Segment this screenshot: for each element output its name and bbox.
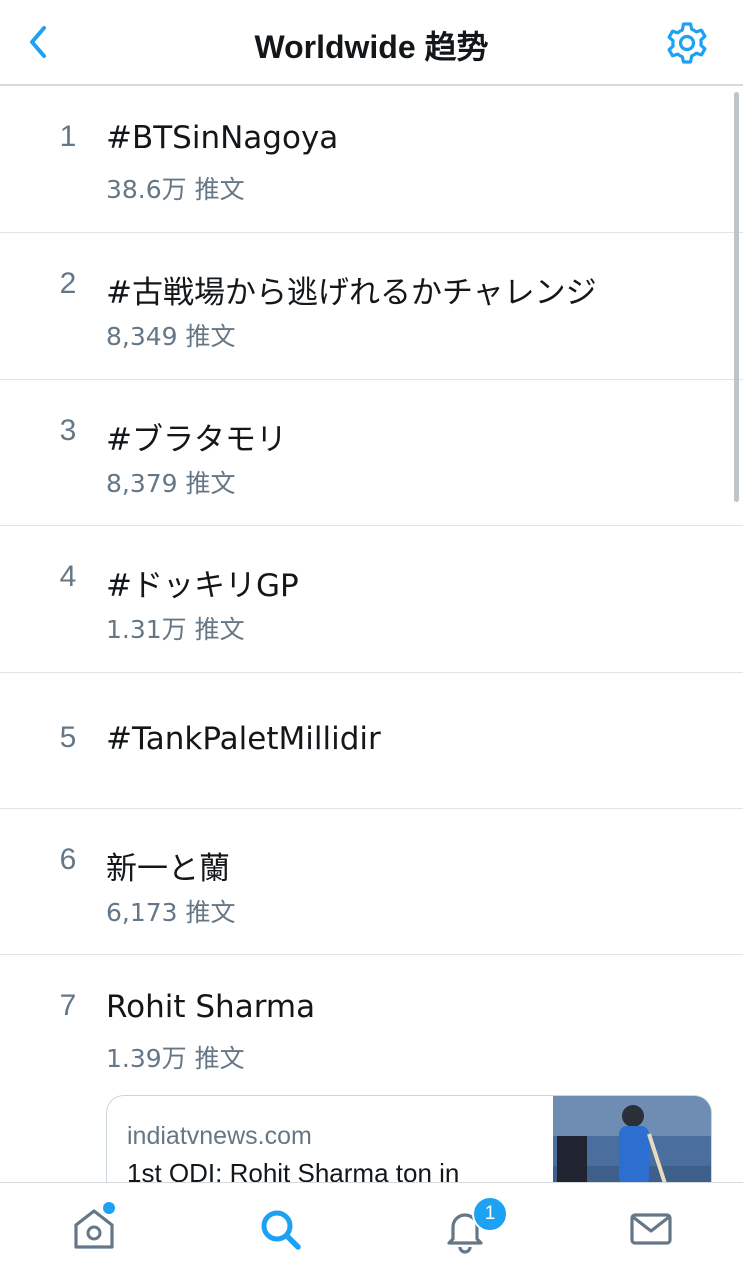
trend-rank: 6 bbox=[59, 843, 77, 876]
trend-rank: 1 bbox=[59, 120, 77, 153]
mail-icon bbox=[630, 1213, 672, 1245]
trend-rank: 3 bbox=[59, 414, 77, 447]
trend-name: #BTSinNagoya bbox=[106, 120, 339, 156]
gear-icon bbox=[667, 22, 707, 64]
trend-tweet-count: 38.6万 推文 bbox=[106, 175, 245, 204]
trend-item[interactable]: 6 新一と蘭 6,173 推文 bbox=[0, 809, 743, 955]
home-icon bbox=[74, 1209, 114, 1249]
scrollbar[interactable] bbox=[734, 92, 739, 502]
tab-search[interactable] bbox=[250, 1199, 310, 1259]
trend-item[interactable]: 2 #古戦場から逃げれるかチャレンジ 8,349 推文 bbox=[0, 233, 743, 380]
bottom-tab-bar bbox=[0, 1182, 743, 1280]
notification-badge: 1 bbox=[472, 1196, 508, 1232]
trend-rank: 2 bbox=[59, 267, 77, 300]
trend-tweet-count: 8,349 推文 bbox=[106, 322, 236, 351]
news-domain: indiatvnews.com bbox=[127, 1122, 312, 1150]
trend-item[interactable]: 1 #BTSinNagoya 38.6万 推文 bbox=[0, 86, 743, 233]
trend-tweet-count: 8,379 推文 bbox=[106, 469, 236, 498]
trend-rank: 5 bbox=[59, 721, 77, 754]
top-navigation-bar: Worldwide 趋势 bbox=[0, 0, 743, 86]
trend-name: #ブラタモリ bbox=[106, 422, 287, 458]
settings-button[interactable] bbox=[664, 20, 710, 66]
trend-rank: 7 bbox=[59, 989, 77, 1022]
search-icon bbox=[261, 1210, 301, 1250]
trend-name: #ドッキリGP bbox=[106, 568, 299, 604]
trend-tweet-count: 6,173 推文 bbox=[106, 898, 236, 927]
trend-name: 新一と蘭 bbox=[106, 851, 230, 887]
trend-item[interactable]: 5 #TankPaletMillidir bbox=[0, 673, 743, 809]
trend-rank: 4 bbox=[59, 560, 77, 593]
trend-name: #TankPaletMillidir bbox=[106, 721, 381, 757]
trend-name: #古戦場から逃げれるかチャレンジ bbox=[106, 275, 597, 311]
trend-item[interactable]: 4 #ドッキリGP 1.31万 推文 bbox=[0, 526, 743, 673]
tab-messages[interactable] bbox=[621, 1199, 681, 1259]
trends-list: 1 #BTSinNagoya 38.6万 推文 2 #古戦場から逃げれるかチャレ… bbox=[0, 86, 743, 1182]
trend-item[interactable]: 3 #ブラタモリ 8,379 推文 bbox=[0, 380, 743, 526]
trend-name: Rohit Sharma bbox=[106, 989, 316, 1025]
trend-tweet-count: 1.31万 推文 bbox=[106, 615, 245, 644]
page-title: Worldwide 趋势 bbox=[254, 29, 489, 65]
trend-tweet-count: 1.39万 推文 bbox=[106, 1044, 245, 1073]
home-unread-dot bbox=[103, 1202, 115, 1214]
tab-home[interactable] bbox=[64, 1199, 124, 1259]
